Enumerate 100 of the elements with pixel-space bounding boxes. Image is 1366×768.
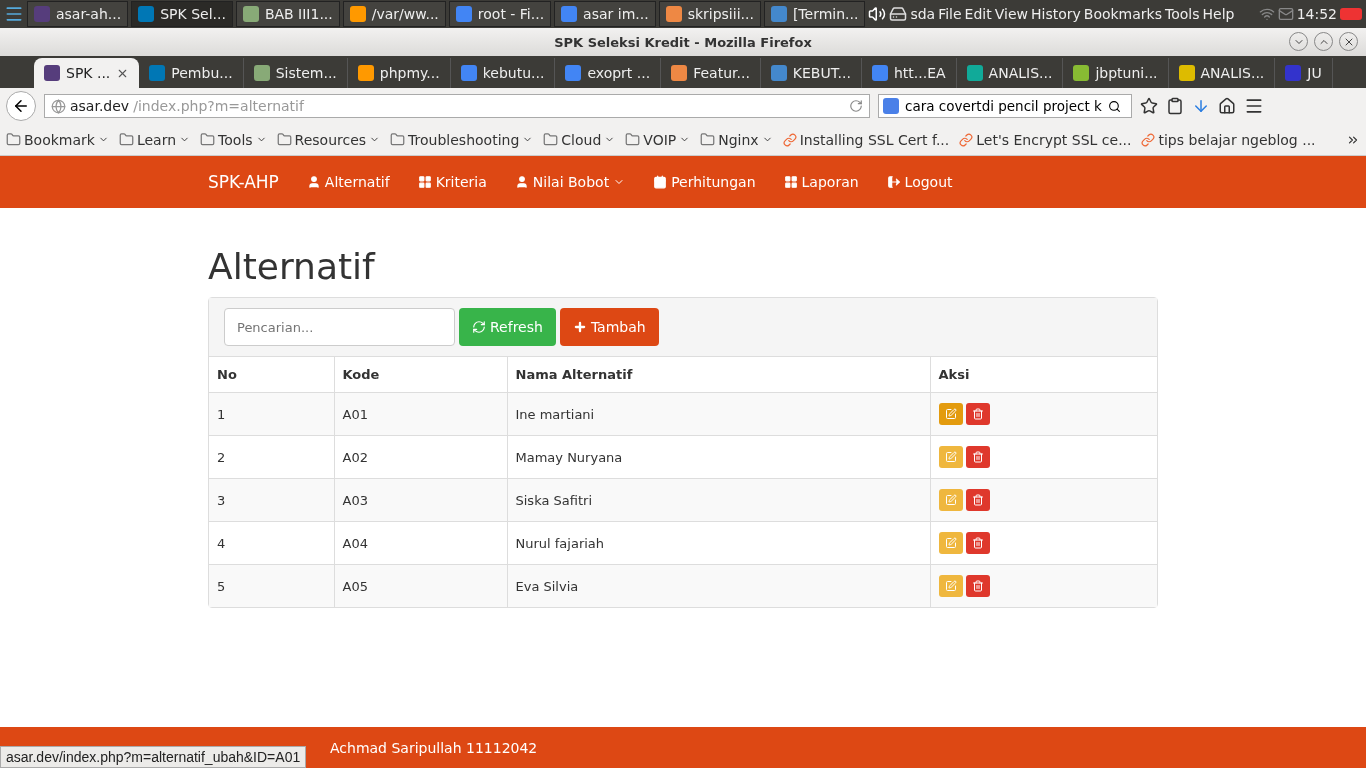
table-cell: A04 (334, 521, 507, 565)
reload-icon[interactable] (849, 99, 863, 113)
table-cell: 5 (209, 564, 334, 607)
column-header: No (209, 357, 334, 393)
menu-item[interactable]: View (994, 6, 1028, 22)
bookmark-item[interactable]: Installing SSL Cert f... (782, 131, 950, 148)
edit-icon (944, 451, 957, 463)
trash-icon (971, 408, 984, 420)
delete-button[interactable] (965, 532, 990, 554)
delete-button[interactable] (965, 575, 990, 597)
folder-icon (276, 132, 292, 147)
trash-icon (971, 494, 984, 506)
brand-link[interactable]: SPK-AHP (208, 172, 279, 192)
nav-link[interactable]: Kriteria (417, 174, 487, 190)
table-cell: 2 (209, 435, 334, 479)
taskbar-item[interactable]: BAB III1... (235, 1, 340, 27)
bookmark-item[interactable]: Resources (276, 131, 381, 148)
logout-icon (886, 175, 901, 189)
menu-item[interactable]: Edit (964, 6, 992, 22)
app-menu-icon[interactable] (4, 4, 24, 24)
taskbar-item[interactable]: SPK Sel... (131, 1, 233, 27)
table-cell: Nurul fajariah (507, 521, 930, 565)
taskbar-item[interactable]: root - Fi... (448, 1, 552, 27)
nav-link[interactable]: Perhitungan (653, 174, 756, 190)
drive-icon[interactable] (889, 5, 908, 23)
table-cell: 3 (209, 478, 334, 522)
delete-button[interactable] (965, 403, 990, 425)
grid-icon (417, 175, 432, 189)
bookmark-item[interactable]: Tools (200, 131, 267, 148)
clock: 14:52 (1296, 6, 1337, 22)
add-button[interactable]: Tambah (559, 308, 659, 346)
edit-icon (944, 537, 957, 549)
search-field[interactable]: cara covertdi pencil project k (878, 94, 1132, 118)
browser-tab[interactable]: SPK ... (34, 58, 140, 88)
link-icon (959, 132, 974, 147)
edit-icon (944, 408, 957, 420)
table-cell: A01 (334, 392, 507, 436)
menu-item[interactable]: Help (1202, 6, 1235, 22)
taskbar-item[interactable]: asar im... (554, 1, 656, 27)
menu-item[interactable]: File (938, 6, 962, 22)
footer-text: Achmad Saripullah 11112042 (330, 739, 538, 756)
back-button[interactable] (6, 91, 36, 121)
trash-icon (971, 580, 984, 592)
taskbar-item[interactable]: asar-ah... (27, 1, 129, 27)
bookmark-item[interactable]: Troubleshooting (390, 131, 534, 148)
folder-icon (700, 132, 716, 147)
bookmark-item[interactable]: VOIP (625, 131, 691, 148)
download-icon[interactable] (1192, 97, 1210, 115)
device-label: sda (910, 6, 936, 22)
bookmark-item[interactable]: Bookmark (6, 131, 109, 148)
nav-link[interactable]: Laporan (783, 174, 859, 190)
menu-item[interactable]: Bookmarks (1083, 6, 1162, 22)
taskbar-item[interactable]: /var/ww... (342, 1, 446, 27)
url-path: /index.php?m=alternatif (133, 98, 306, 114)
menu-item[interactable]: History (1030, 6, 1081, 22)
table-cell: A02 (334, 435, 507, 479)
wifi-icon[interactable] (1258, 6, 1275, 22)
table-cell: A05 (334, 564, 507, 607)
taskbar-item[interactable]: [Termin... (763, 1, 866, 27)
nav-link[interactable]: Nilai Bobot (514, 174, 626, 190)
window-title: SPK Seleksi Kredit - Mozilla Firefox (554, 34, 812, 50)
table-cell: A03 (334, 478, 507, 522)
folder-icon (543, 132, 559, 147)
table-cell: 4 (209, 521, 334, 565)
column-header: Nama Alternatif (507, 357, 930, 393)
globe-icon (51, 98, 66, 114)
refresh-icon (472, 320, 486, 334)
search-icon (1107, 99, 1121, 113)
menu-item[interactable]: Tools (1165, 6, 1200, 22)
link-icon (1141, 132, 1156, 147)
user-icon (306, 175, 321, 189)
trash-icon (971, 451, 984, 463)
link-icon (782, 132, 797, 147)
taskbar-item[interactable]: skripsiii... (658, 1, 761, 27)
menu-icon[interactable] (1244, 96, 1264, 116)
mail-icon[interactable] (1277, 6, 1294, 22)
volume-icon[interactable] (868, 5, 887, 23)
search-field[interactable]: Pencarian... (224, 308, 455, 346)
bookmark-item[interactable]: Cloud (543, 131, 616, 148)
folder-icon (200, 132, 216, 147)
grid-icon (783, 175, 798, 189)
nav-link[interactable]: Alternatif (306, 174, 390, 190)
star-icon[interactable] (1140, 97, 1158, 115)
clipboard-icon[interactable] (1166, 97, 1184, 115)
bookmark-item[interactable]: Let's Encrypt SSL ce... (959, 131, 1132, 148)
table-cell: Eva Silvia (507, 564, 930, 607)
table-cell: Siska Safitri (507, 478, 930, 522)
status-url: asar.dev/index.php?m=alternatif_ubah&ID=A01 (0, 746, 307, 768)
bookmark-item[interactable]: tips belajar ngeblog ... (1141, 131, 1316, 148)
column-header: Aksi (930, 357, 1157, 393)
home-icon[interactable] (1218, 97, 1236, 115)
delete-button[interactable] (965, 489, 990, 511)
nav-link[interactable]: Logout (886, 174, 953, 190)
edit-button[interactable] (938, 403, 963, 425)
address-bar[interactable]: asar.dev /index.php?m=alternatif (44, 94, 870, 118)
bookmark-item[interactable]: Nginx (700, 131, 773, 148)
bookmark-item[interactable]: Learn (118, 131, 191, 148)
delete-button[interactable] (965, 446, 990, 468)
url-host: asar.dev (70, 98, 130, 114)
table-cell: 1 (209, 392, 334, 436)
